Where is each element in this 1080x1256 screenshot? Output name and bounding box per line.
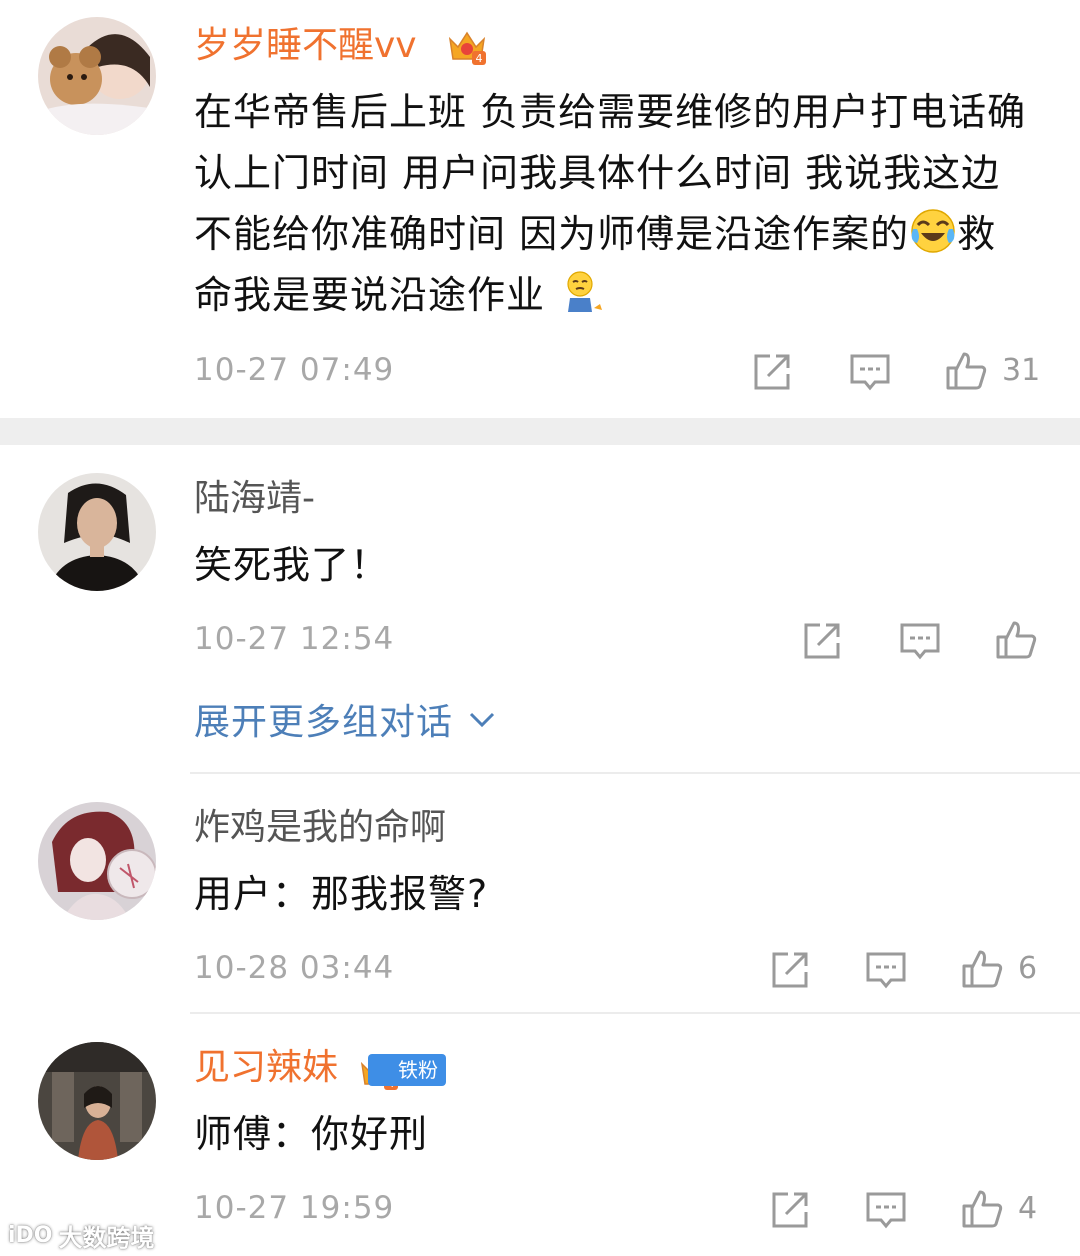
avatar[interactable] xyxy=(38,473,156,591)
like-button[interactable]: 4 xyxy=(960,1186,1037,1230)
comment-text: 笑死我了！ xyxy=(194,543,390,587)
username[interactable]: 岁岁睡不醒vv xyxy=(194,24,417,68)
comment-icon xyxy=(900,623,940,660)
watermark-logo: iDO xyxy=(8,1223,53,1248)
comment-item: 岁岁睡不醒vv 4 在华帝售后上班 负责给需要维修的用户打电话确认上门时间 用户… xyxy=(0,0,1080,418)
share-button[interactable] xyxy=(768,1188,812,1232)
comment-item: 炸鸡是我的命啊 用户：那我报警? 10-28 03:44 6 xyxy=(0,774,1080,1014)
watermark-text: 大数跨境 xyxy=(58,1224,155,1252)
comment-button[interactable] xyxy=(864,948,908,992)
like-count: 6 xyxy=(1018,950,1038,986)
username[interactable]: 见习辣妹 xyxy=(194,1046,338,1090)
comment-time: 10-28 03:44 xyxy=(194,950,395,986)
comment-time: 10-27 07:49 xyxy=(194,352,395,388)
comment-item: 陆海靖- 笑死我了！ 10-27 12:54 xyxy=(0,445,1080,775)
comment-text: 用户：那我报警? xyxy=(194,872,489,916)
share-icon xyxy=(772,952,808,988)
comment-item: 见习辣妹 4 铁粉 师傅：你好刑 10-27 19:59 4 xyxy=(0,1014,1080,1256)
comment-time: 10-27 12:54 xyxy=(194,621,395,657)
chevron-down-icon xyxy=(469,712,495,728)
like-count: 4 xyxy=(1018,1190,1038,1226)
share-button[interactable] xyxy=(800,619,844,663)
expand-more-link[interactable]: 展开更多组对话 xyxy=(194,693,497,745)
comment-button[interactable] xyxy=(898,619,942,663)
like-count: 31 xyxy=(1002,352,1041,388)
share-button[interactable] xyxy=(750,350,794,394)
comment-text-part: 在华帝售后上班 负责给需要维修的用户打电话确认上门时间 用户问我具体什么时间 我… xyxy=(194,90,1027,256)
share-icon xyxy=(804,623,840,659)
like-icon xyxy=(962,1190,1003,1228)
avatar[interactable] xyxy=(38,17,156,135)
avatar[interactable] xyxy=(38,802,156,920)
share-icon xyxy=(754,354,790,390)
like-button[interactable]: 6 xyxy=(960,946,1037,990)
username[interactable]: 陆海靖- xyxy=(194,477,315,521)
share-button[interactable] xyxy=(768,948,812,992)
share-icon xyxy=(772,1192,808,1228)
username[interactable]: 炸鸡是我的命啊 xyxy=(194,806,446,850)
like-button[interactable]: 31 xyxy=(944,348,1040,392)
crying-laughing-emoji xyxy=(911,209,955,253)
comment-button[interactable] xyxy=(864,1188,908,1232)
comment-icon xyxy=(850,354,890,391)
comment-text: 师傅：你好刑 xyxy=(194,1112,429,1156)
expand-more-label: 展开更多组对话 xyxy=(194,702,454,743)
fan-badge[interactable]: 铁粉 xyxy=(368,1054,446,1086)
comment-icon xyxy=(866,1192,906,1229)
watermark: iDO 大数跨境 xyxy=(8,1218,155,1253)
comment-icon xyxy=(866,952,906,989)
like-button[interactable] xyxy=(994,617,1038,661)
comment-text: 在华帝售后上班 负责给需要维修的用户打电话确认上门时间 用户问我具体什么时间 我… xyxy=(194,82,1034,326)
like-icon xyxy=(946,352,987,390)
comment-time: 10-27 19:59 xyxy=(194,1190,395,1226)
svg-text:4: 4 xyxy=(476,52,483,65)
crown-icon[interactable]: 4 xyxy=(446,25,488,67)
avatar[interactable] xyxy=(38,1042,156,1160)
section-separator xyxy=(0,418,1080,445)
kneeling-emoji xyxy=(567,271,603,312)
comment-button[interactable] xyxy=(848,350,892,394)
like-icon xyxy=(962,950,1003,988)
like-icon xyxy=(996,621,1037,659)
